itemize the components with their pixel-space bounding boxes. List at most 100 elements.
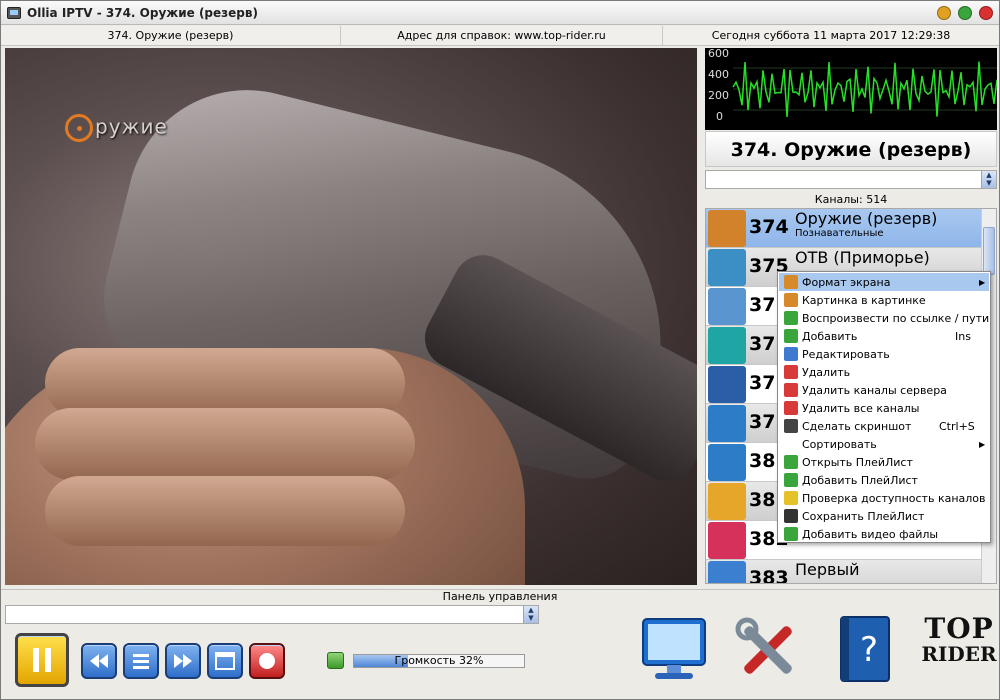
menu-item-icon bbox=[784, 419, 798, 433]
menu-item-label: Картинка в картинке bbox=[802, 293, 926, 307]
context-menu-item[interactable]: Сортировать ▶ bbox=[779, 435, 989, 453]
menu-item-icon bbox=[784, 293, 798, 307]
channel-title: Первый bbox=[795, 560, 860, 579]
context-menu: Формат экрана ▶ Картинка в картинке Воспрои… bbox=[777, 271, 991, 543]
status-row: 374. Оружие (резерв) Адрес для справок: … bbox=[1, 26, 999, 46]
context-menu-item[interactable]: Удалить bbox=[779, 363, 989, 381]
menu-item-label: Проверка доступность каналов bbox=[802, 491, 986, 505]
menu-item-label: Формат экрана bbox=[802, 275, 891, 289]
dropdown-arrow-icon[interactable]: ▲ ▼ bbox=[523, 606, 538, 623]
reference-address[interactable]: Адрес для справок: www.top-rider.ru bbox=[341, 26, 663, 46]
context-menu-item[interactable]: Картинка в картинке bbox=[779, 291, 989, 309]
menu-item-label: Редактировать bbox=[802, 347, 890, 361]
bitrate-graph-svg bbox=[732, 61, 997, 117]
menu-item-label: Воспроизвести по ссылке / пути bbox=[802, 311, 990, 325]
context-menu-item[interactable]: Воспроизвести по ссылке / пути bbox=[779, 309, 989, 327]
minimize-button[interactable] bbox=[937, 6, 951, 20]
svg-text:?: ? bbox=[860, 630, 878, 670]
control-panel-label: Панель управления bbox=[1, 589, 999, 603]
channel-group-select[interactable]: ▲ ▼ bbox=[705, 170, 997, 189]
title-bar[interactable]: Ollia IPTV - 374. Оружие (резерв) bbox=[1, 1, 999, 25]
channel-logo-icon bbox=[708, 327, 746, 364]
rewind-icon bbox=[90, 654, 108, 668]
context-menu-item[interactable]: Формат экрана ▶ bbox=[779, 273, 989, 291]
menu-item-icon bbox=[784, 437, 798, 451]
menu-item-icon bbox=[784, 383, 798, 397]
channel-logo-icon bbox=[708, 366, 746, 403]
graph-ytick: 400 bbox=[708, 68, 729, 81]
window-icon bbox=[215, 652, 235, 670]
channel-logo-icon bbox=[708, 444, 746, 481]
channel-logo-icon bbox=[708, 405, 746, 442]
maximize-button[interactable] bbox=[958, 6, 972, 20]
tv-icon bbox=[7, 6, 21, 19]
context-menu-item[interactable]: Добавить видео файлы bbox=[779, 525, 989, 543]
channel-logo-icon bbox=[708, 561, 746, 583]
channel-name-display: 374. Оружие (резерв) bbox=[705, 131, 997, 167]
context-menu-item[interactable]: Добавить ПлейЛист bbox=[779, 471, 989, 489]
menu-item-icon bbox=[784, 509, 798, 523]
window-mode-button[interactable] bbox=[207, 643, 243, 679]
rewind-button[interactable] bbox=[81, 643, 117, 679]
date-time: Сегодня суббота 11 марта 2017 12:29:38 bbox=[711, 29, 951, 42]
menu-item-label: Сортировать bbox=[802, 437, 877, 451]
channel-logo-icon bbox=[708, 249, 746, 286]
volume-label: Громкость 32% bbox=[394, 654, 484, 667]
graph-ytick: 200 bbox=[708, 89, 729, 102]
menu-item-icon bbox=[784, 347, 798, 361]
menu-item-icon bbox=[784, 311, 798, 325]
context-menu-item[interactable]: Удалить все каналы bbox=[779, 399, 989, 417]
pause-icon bbox=[33, 648, 51, 672]
video-frame-finger bbox=[45, 476, 405, 546]
channel-category: Познавательные bbox=[795, 228, 884, 239]
context-menu-item[interactable]: Проверка доступность каналов bbox=[779, 489, 989, 507]
volume-slider[interactable]: Громкость 32% bbox=[353, 654, 525, 668]
help-button[interactable]: ? bbox=[831, 615, 901, 685]
menu-item-label: Добавить видео файлы bbox=[802, 527, 939, 541]
menu-item-shortcut: Ctrl+S bbox=[939, 419, 975, 433]
channel-logo-icon bbox=[708, 210, 746, 247]
channels-count: Каналы: 514 bbox=[814, 193, 888, 206]
video-screen[interactable]: ружие bbox=[5, 48, 697, 585]
context-menu-item[interactable]: Редактировать bbox=[779, 345, 989, 363]
context-menu-item[interactable]: Сохранить ПлейЛист bbox=[779, 507, 989, 525]
help-book-icon: ? bbox=[840, 616, 890, 682]
control-panel-select[interactable]: ▲ ▼ bbox=[5, 605, 539, 624]
fast-forward-button[interactable] bbox=[165, 643, 201, 679]
settings-button[interactable] bbox=[733, 615, 803, 685]
graph-ytick: 600 bbox=[708, 48, 729, 60]
current-channel-status: 374. Оружие (резерв) bbox=[1, 26, 341, 46]
fast-forward-icon bbox=[174, 654, 192, 668]
channel-logo-icon bbox=[708, 288, 746, 325]
channel-logo-icon bbox=[708, 483, 746, 520]
pause-button[interactable] bbox=[15, 633, 69, 687]
logo-line-2: RIDER bbox=[921, 642, 997, 666]
brand-logo: TOP RIDER bbox=[919, 615, 999, 685]
speaker-icon[interactable] bbox=[327, 652, 344, 669]
monitor-icon bbox=[642, 618, 706, 679]
context-menu-item[interactable]: Удалить каналы сервера bbox=[779, 381, 989, 399]
context-menu-item[interactable]: Сделать скриншот Ctrl+S bbox=[779, 417, 989, 435]
menu-item-icon bbox=[784, 527, 798, 541]
dropdown-arrow-icon[interactable]: ▲ ▼ bbox=[981, 171, 996, 188]
context-menu-item[interactable]: Открыть ПлейЛист bbox=[779, 453, 989, 471]
close-button[interactable] bbox=[979, 6, 993, 20]
monitor-button[interactable] bbox=[639, 615, 709, 685]
submenu-arrow-icon: ▶ bbox=[979, 439, 986, 449]
scrollbar-thumb[interactable] bbox=[983, 227, 995, 275]
menu-item-icon bbox=[784, 365, 798, 379]
window-title: Ollia IPTV - 374. Оружие (резерв) bbox=[27, 5, 258, 20]
menu-item-label: Удалить все каналы bbox=[802, 401, 920, 415]
menu-item-label: Удалить bbox=[802, 365, 851, 379]
context-menu-item[interactable]: Добавить Ins bbox=[779, 327, 989, 345]
channel-title: ОТВ (Приморье) bbox=[795, 248, 930, 267]
record-button[interactable] bbox=[249, 643, 285, 679]
menu-item-label: Добавить bbox=[802, 329, 858, 343]
channel-row[interactable]: 383 Первый bbox=[706, 560, 982, 583]
submenu-arrow-icon: ▶ bbox=[979, 277, 986, 287]
channel-row[interactable]: 374 Оружие (резерв) Познавательные bbox=[706, 209, 982, 248]
tools-icon bbox=[735, 617, 792, 674]
menu-item-icon bbox=[784, 329, 798, 343]
record-icon bbox=[259, 653, 275, 669]
playlist-button[interactable] bbox=[123, 643, 159, 679]
